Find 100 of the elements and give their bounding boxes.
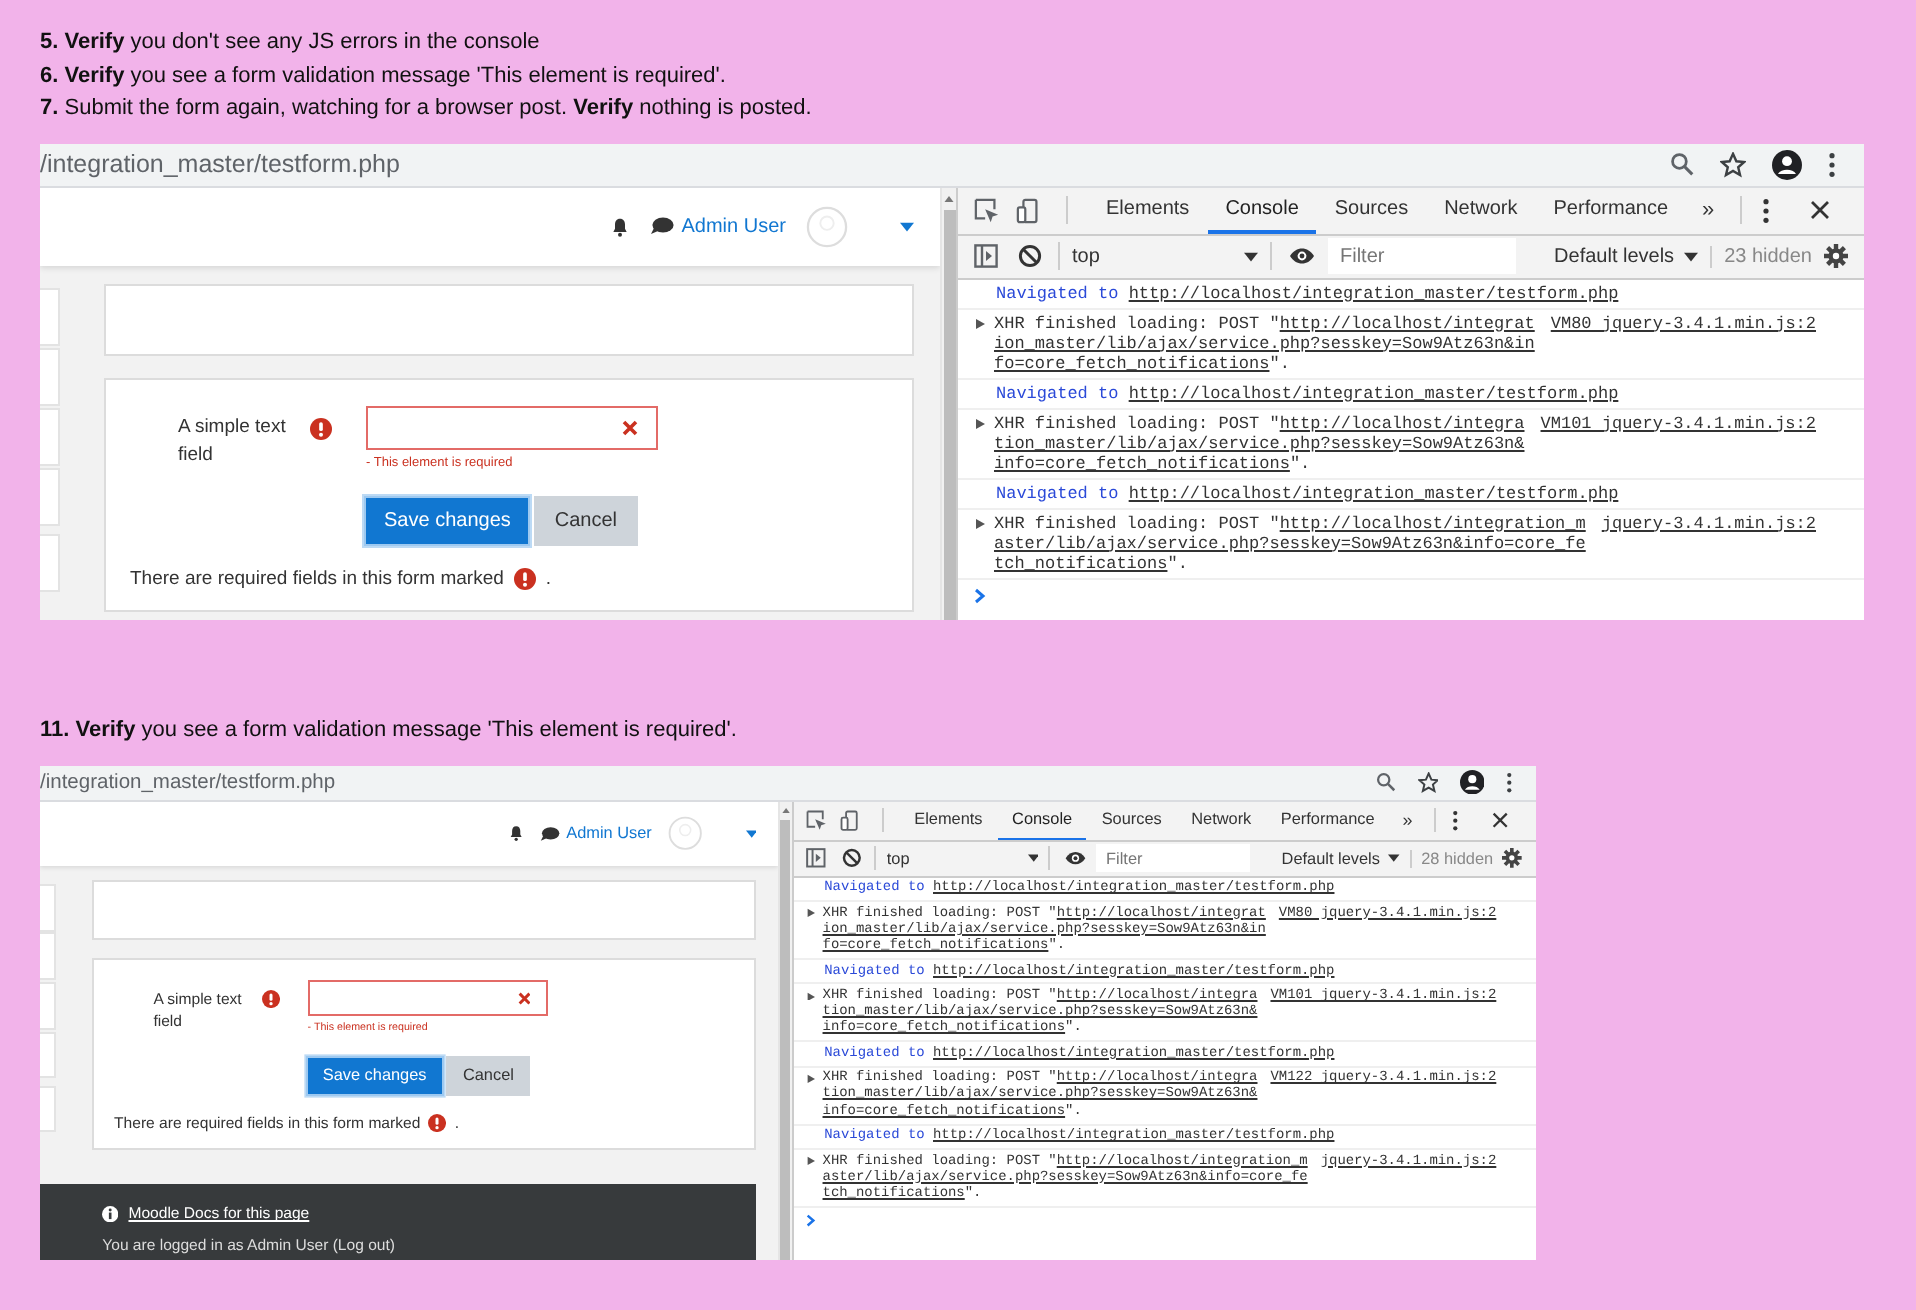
- text-input-field[interactable]: [366, 405, 658, 449]
- devtools-tab[interactable]: Network: [1426, 186, 1536, 234]
- expand-triangle-icon[interactable]: [974, 317, 986, 329]
- user-name[interactable]: Admin User: [566, 824, 652, 843]
- field-label: A simple text field: [178, 413, 288, 469]
- levels-dropdown[interactable]: Default levels: [1542, 245, 1711, 267]
- search-icon[interactable]: [1670, 152, 1694, 176]
- devtools-tab[interactable]: Network: [1176, 800, 1267, 841]
- clear-console-icon[interactable]: [842, 848, 862, 868]
- source-link[interactable]: VM101 jquery-3.4.1.min.js:2: [1540, 413, 1816, 433]
- more-tabs[interactable]: »: [1389, 810, 1426, 831]
- sidebar-block: [40, 883, 57, 932]
- scroll-up-arrow-icon[interactable]: [781, 808, 790, 814]
- devtools-tab[interactable]: Elements: [899, 800, 998, 841]
- scroll-up-arrow-icon[interactable]: [944, 195, 954, 201]
- caret-icon[interactable]: [1027, 854, 1039, 863]
- device-icon[interactable]: [840, 809, 862, 832]
- caret-icon[interactable]: [1244, 251, 1258, 261]
- close-icon[interactable]: [1810, 200, 1830, 220]
- close-icon[interactable]: [1491, 812, 1508, 829]
- more-options-icon[interactable]: [1506, 772, 1513, 794]
- expand-triangle-icon[interactable]: [806, 1156, 816, 1167]
- devtools-tab[interactable]: Performance: [1535, 186, 1687, 234]
- sidebar-block: [40, 1085, 57, 1133]
- expand-triangle-icon[interactable]: [806, 1073, 816, 1084]
- sidebar-block: [40, 347, 60, 405]
- required-note: There are required fields in this form marked: [130, 567, 504, 589]
- sidebar-block: [40, 533, 60, 591]
- more-options-icon[interactable]: [1762, 197, 1770, 223]
- inspect-cursor-icon[interactable]: [806, 809, 828, 832]
- expand-triangle-icon[interactable]: [974, 517, 986, 529]
- error-x-icon: [622, 419, 638, 435]
- instruction-text: 7. Submit the form again, watching for a browser post. Verify nothing is posted.: [40, 94, 812, 124]
- console-link[interactable]: http://localhost/integration_master/testform.php: [1128, 383, 1619, 403]
- prompt-chevron-icon: [974, 587, 986, 603]
- required-icon: [513, 567, 536, 589]
- required-icon: [310, 417, 332, 439]
- note-period: .: [545, 567, 552, 589]
- scrollbar[interactable]: [940, 187, 956, 619]
- user-name[interactable]: Admin User: [681, 215, 786, 237]
- sidebar-block: [40, 467, 60, 525]
- console-link[interactable]: http://localhost/integration_master/testform.php: [1128, 483, 1619, 503]
- filter-field[interactable]: Filter: [1096, 843, 1251, 873]
- sidebar-toggle-icon[interactable]: [974, 244, 998, 268]
- instruction-text: 5. Verify you don't see any JS errors in the console: [40, 28, 540, 58]
- expand-triangle-icon[interactable]: [974, 417, 986, 429]
- devtools-tab[interactable]: Sources: [1086, 800, 1177, 841]
- scrollbar[interactable]: [778, 801, 792, 1261]
- eye-icon[interactable]: [1288, 246, 1316, 266]
- required-icon: [428, 1114, 447, 1133]
- console-link[interactable]: http://localhost/integration_master/testform.php: [1128, 283, 1619, 303]
- settings-icon[interactable]: [1824, 244, 1848, 268]
- settings-icon[interactable]: [1502, 848, 1523, 868]
- levels-dropdown[interactable]: Default levels: [1271, 849, 1410, 868]
- error-x-icon: [517, 992, 531, 1006]
- dropdown-caret-icon[interactable]: [900, 221, 914, 231]
- source-link[interactable]: VM80 jquery-3.4.1.min.js:2: [1550, 313, 1816, 333]
- bell-icon[interactable]: [609, 215, 630, 237]
- clear-console-icon[interactable]: [1018, 244, 1042, 268]
- caret-icon[interactable]: [1684, 251, 1699, 261]
- device-icon[interactable]: [1016, 197, 1042, 223]
- dropdown-caret-icon[interactable]: [745, 829, 757, 838]
- star-icon[interactable]: [1417, 772, 1439, 794]
- inspect-cursor-icon[interactable]: [974, 197, 1000, 223]
- cancel-button[interactable]: Cancel: [534, 495, 638, 545]
- address-text[interactable]: /integration_master/testform.php: [40, 150, 1670, 178]
- devtools-tab[interactable]: Performance: [1266, 800, 1390, 841]
- save-button[interactable]: Save changes: [364, 495, 531, 545]
- sidebar-block: [40, 932, 57, 981]
- chat-bubble-icon[interactable]: [540, 825, 560, 842]
- user-circle-icon[interactable]: [1460, 770, 1485, 795]
- star-icon[interactable]: [1720, 151, 1746, 177]
- source-link[interactable]: jquery-3.4.1.min.js:2: [1601, 513, 1816, 533]
- chat-bubble-icon[interactable]: [649, 216, 674, 236]
- sidebar-block: [40, 1031, 57, 1079]
- expand-triangle-icon[interactable]: [806, 991, 816, 1001]
- devtools-tab[interactable]: Console: [997, 800, 1087, 841]
- cancel-button[interactable]: Cancel: [446, 1055, 531, 1097]
- caret-icon[interactable]: [1388, 854, 1400, 863]
- console-message: XHR finished loading: POST "http://localhost/integration_master/lib/ajax/service.php?sesskey=Sow9Atz63n&info=core_fetch_notifications".: [994, 313, 1537, 373]
- more-options-icon[interactable]: [1828, 151, 1836, 177]
- text-input-field[interactable]: [307, 980, 548, 1017]
- search-icon[interactable]: [1376, 772, 1397, 793]
- devtools-tab[interactable]: Sources: [1316, 186, 1427, 234]
- eye-icon[interactable]: [1063, 849, 1087, 867]
- instruction-text: 11. Verify you see a form validation message 'This element is required'.: [40, 715, 737, 745]
- console-message: Navigated to http://localhost/integration_master/testform.php: [996, 283, 1619, 303]
- expand-triangle-icon[interactable]: [806, 908, 816, 919]
- devtools-tab[interactable]: Elements: [1088, 186, 1208, 234]
- user-circle-icon[interactable]: [1772, 149, 1802, 179]
- avatar-icon: [806, 205, 848, 247]
- address-text[interactable]: /integration_master/testform.php: [40, 771, 1377, 794]
- sidebar-toggle-icon[interactable]: [806, 848, 826, 868]
- more-options-icon[interactable]: [1452, 809, 1459, 832]
- more-tabs[interactable]: »: [1686, 198, 1731, 222]
- save-button[interactable]: Save changes: [305, 1055, 444, 1097]
- info-icon: [102, 1205, 119, 1222]
- bell-icon[interactable]: [507, 824, 524, 843]
- filter-field[interactable]: Filter: [1328, 238, 1516, 274]
- console-message: XHR finished loading: POST "http://localhost/integration_master/lib/ajax/service.php?sesskey=Sow9Atz63n&info=core_fetch_notifications".: [994, 413, 1527, 473]
